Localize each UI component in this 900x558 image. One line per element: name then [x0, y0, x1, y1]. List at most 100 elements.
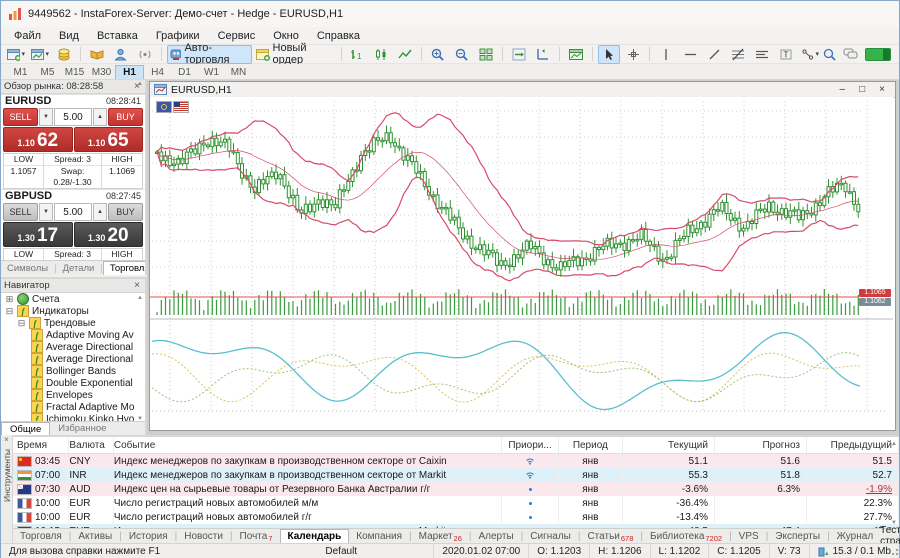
col-time[interactable]: Время	[13, 437, 69, 453]
calendar-row[interactable]: 10:00 EUR Число регистраций новых автомо…	[13, 510, 899, 524]
chart-shift-button[interactable]	[532, 45, 554, 64]
new-order-button[interactable]: Новый ордер	[254, 45, 336, 64]
menu-file[interactable]: Файл	[5, 29, 50, 43]
graphic-objects-button[interactable]: ▾	[799, 45, 821, 64]
history-center-button[interactable]	[86, 45, 108, 64]
calendar-row[interactable]: 07:30 AUD Индекс цен на сырьевые товары …	[13, 482, 899, 496]
col-forecast[interactable]: Прогноз	[715, 437, 807, 453]
community-button[interactable]	[110, 45, 132, 64]
crosshair-button[interactable]	[622, 45, 644, 64]
col-event[interactable]: Событие	[114, 437, 502, 453]
scroll-up-icon[interactable]: ▲	[137, 81, 143, 87]
col-priority[interactable]: Приори...	[502, 437, 558, 453]
buy-button[interactable]: BUY	[108, 108, 143, 126]
cursor-button[interactable]	[598, 45, 620, 64]
collapse-icon[interactable]: ⊟	[17, 318, 26, 329]
collapse-icon[interactable]: ⊟	[5, 306, 14, 317]
bar-chart-mode-button[interactable]: 1	[346, 45, 368, 64]
chat-icon[interactable]	[843, 48, 858, 60]
tab-symbols[interactable]: Символы	[1, 263, 54, 274]
minimize-icon[interactable]: –	[840, 83, 846, 97]
symbol-name[interactable]: GBPUSD	[5, 190, 52, 202]
col-currency[interactable]: Валюта	[69, 437, 113, 453]
sell-button[interactable]: SELL	[3, 203, 38, 221]
symbol-name[interactable]: EURUSD	[5, 95, 51, 107]
tab-journal[interactable]: Журнал	[830, 529, 881, 543]
tab-trading[interactable]: Торговля	[103, 261, 147, 275]
calendar-row[interactable]: 10:00 EUR Число регистраций новых автомо…	[13, 496, 899, 510]
timeframe-m5[interactable]: M5	[34, 66, 61, 79]
calendar-row[interactable]: 03:45 CNY Индекс менеджеров по закупкам …	[13, 454, 899, 468]
timeframe-m15[interactable]: M15	[61, 66, 88, 79]
calendar-row[interactable]: 07:00 INR Индекс менеджеров по закупкам …	[13, 468, 899, 482]
timeframe-mn[interactable]: MN	[225, 66, 252, 79]
fibonacci-button[interactable]	[727, 45, 749, 64]
scroll-up-icon[interactable]: ▲	[891, 441, 897, 447]
bid-price[interactable]: 1.10 62	[3, 127, 73, 152]
sell-button[interactable]: SELL	[3, 108, 38, 126]
broadcast-button[interactable]	[134, 45, 156, 64]
tab-common[interactable]: Общие	[1, 422, 50, 435]
menu-help[interactable]: Справка	[308, 29, 369, 43]
menu-view[interactable]: Вид	[50, 29, 88, 43]
tree-item-indicator[interactable]: fFractal Adaptive Mo	[1, 401, 145, 413]
toolbox-side-label[interactable]: Инструменты	[2, 449, 12, 502]
volume-field[interactable]: 5.00	[54, 203, 92, 221]
line-chart-mode-button[interactable]	[394, 45, 416, 64]
timeframe-h1[interactable]: H1	[115, 65, 144, 79]
horizontal-line-button[interactable]	[679, 45, 701, 64]
tree-item-accounts[interactable]: ⊞ Счета	[1, 293, 145, 305]
tree-item-indicator[interactable]: fBollinger Bands	[1, 365, 145, 377]
candlestick-mode-button[interactable]	[370, 45, 392, 64]
maximize-icon[interactable]: □	[859, 83, 865, 97]
volume-down-button[interactable]: ▼	[39, 203, 53, 221]
tab-details[interactable]: Детали	[57, 263, 101, 274]
auto-scroll-button[interactable]	[508, 45, 530, 64]
indicators-button[interactable]	[565, 45, 587, 64]
tab-mail[interactable]: Почта7	[233, 529, 280, 543]
volume-down-button[interactable]: ▼	[39, 108, 53, 126]
menu-insert[interactable]: Вставка	[88, 29, 147, 43]
close-icon[interactable]: ×	[4, 435, 9, 445]
close-icon[interactable]: ×	[132, 280, 142, 291]
ask-price[interactable]: 1.30 20	[74, 222, 144, 247]
col-previous[interactable]: Предыдущий	[807, 437, 899, 453]
scroll-up-icon[interactable]: ▲	[137, 295, 143, 301]
search-icon[interactable]	[823, 48, 836, 61]
col-period[interactable]: Период	[559, 437, 623, 453]
timeframe-m1[interactable]: M1	[7, 66, 34, 79]
auto-trading-button[interactable]: Авто-торговля	[167, 45, 252, 64]
tree-item-indicator[interactable]: fAverage Directional	[1, 341, 145, 353]
volume-up-button[interactable]: ▲	[93, 203, 107, 221]
tab-articles[interactable]: Статьи678	[580, 529, 640, 543]
levels-button[interactable]	[751, 45, 773, 64]
menu-charts[interactable]: Графики	[147, 29, 209, 43]
close-icon[interactable]: ×	[879, 83, 885, 97]
buy-button[interactable]: BUY	[108, 203, 143, 221]
zoom-out-button[interactable]	[451, 45, 473, 64]
menu-window[interactable]: Окно	[264, 29, 308, 43]
volume-field[interactable]: 5.00	[54, 108, 92, 126]
timeframe-h4[interactable]: H4	[144, 66, 171, 79]
timeframe-w1[interactable]: W1	[198, 66, 225, 79]
menu-tools[interactable]: Сервис	[209, 29, 265, 43]
tab-vps[interactable]: VPS	[732, 529, 766, 543]
status-profile[interactable]: Default	[317, 544, 434, 558]
tab-favorites[interactable]: Избранное	[50, 422, 114, 435]
tree-item-trend[interactable]: ⊟ f Трендовые	[1, 317, 145, 329]
tree-item-indicator[interactable]: fAverage Directional	[1, 353, 145, 365]
col-actual[interactable]: Текущий	[623, 437, 715, 453]
profiles-button[interactable]: ▾	[29, 45, 51, 64]
tab-market[interactable]: Маркет26	[412, 529, 469, 543]
tree-item-indicator[interactable]: fDouble Exponential	[1, 377, 145, 389]
resize-grip[interactable]	[890, 549, 898, 557]
zoom-in-button[interactable]	[427, 45, 449, 64]
new-chart-button[interactable]: ▾	[5, 45, 27, 64]
tab-alerts[interactable]: Алерты	[471, 529, 520, 543]
tree-item-indicator[interactable]: fAdaptive Moving Av	[1, 329, 145, 341]
vertical-line-button[interactable]	[655, 45, 677, 64]
tab-company[interactable]: Компания	[349, 529, 409, 543]
tile-windows-button[interactable]	[475, 45, 497, 64]
tab-experts[interactable]: Эксперты	[768, 529, 827, 543]
bid-price[interactable]: 1.30 17	[3, 222, 73, 247]
